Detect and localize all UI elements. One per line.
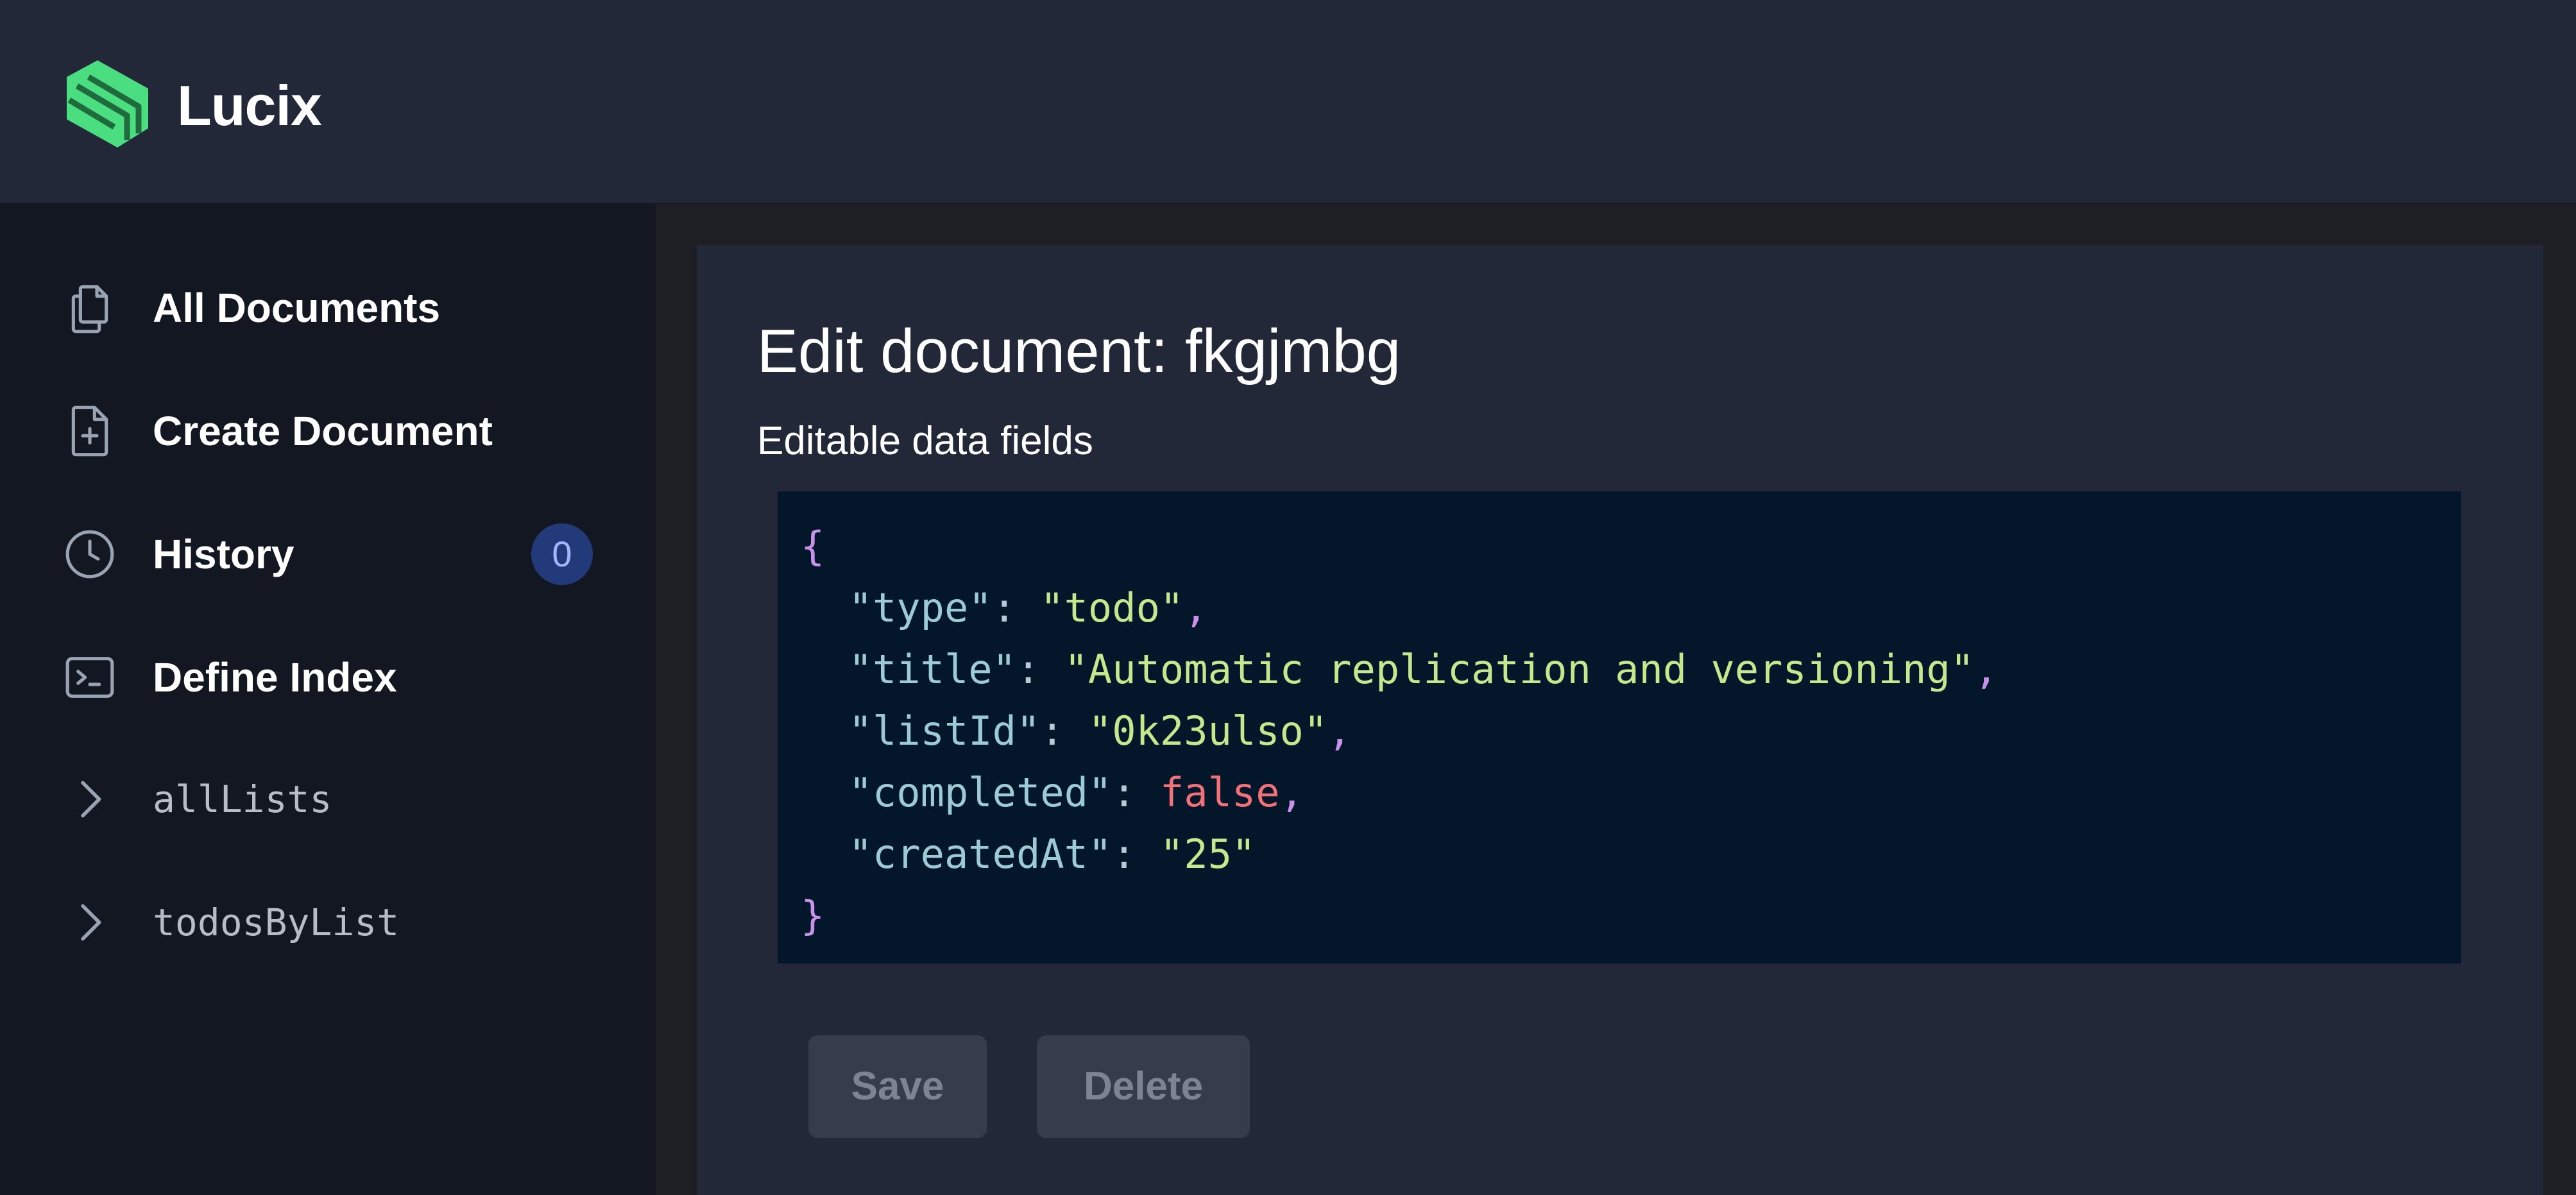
sidebar-item-label: Create Document [153,408,493,454]
sidebar-index-all-lists[interactable]: allLists [0,748,656,851]
section-subtitle: Editable data fields [757,419,1093,463]
close-brace: } [801,892,825,939]
field-value: "Automatic replication and versioning" [1064,646,1975,693]
sidebar-item-label: Define Index [153,654,397,700]
chevron-right-icon [81,904,101,941]
field-value: false [1159,769,1280,816]
sidebar-item-create-document[interactable]: Create Document [0,380,656,482]
field-key: "type" [848,584,993,631]
field-key: "listId" [848,708,1041,754]
field-value: "0k23ulso" [1088,708,1328,754]
file-plus-icon [71,405,108,457]
delete-button[interactable]: Delete [1037,1035,1250,1138]
field-value: "todo" [1040,584,1184,631]
sidebar-item-history[interactable]: History 0 [0,503,656,606]
page-title: Edit document: fkgjmbg [757,317,1401,386]
field-key: "title" [848,646,1016,693]
history-count-badge: 0 [531,523,593,585]
documents-icon [71,285,108,334]
sidebar-item-label: All Documents [153,285,441,331]
field-key: "completed" [848,769,1113,816]
sidebar-item-label: History [153,531,294,577]
terminal-icon [65,657,114,698]
field-value: "25" [1159,831,1256,877]
sidebar-item-all-documents[interactable]: All Documents [0,257,656,359]
chevron-right-icon [81,781,101,818]
app-name: Lucix [177,74,322,137]
field-key: "createdAt" [848,831,1113,877]
index-name: todosByList [153,901,400,944]
sidebar-index-todos-by-list[interactable]: todosByList [0,871,656,974]
index-name: allLists [153,777,332,821]
clock-icon [65,530,114,579]
save-button[interactable]: Save [808,1035,987,1138]
lucix-logo-icon [67,60,148,148]
top-bar: Lucix [0,0,2576,204]
json-editor[interactable]: { "type": "todo", "title": "Automatic re… [778,491,2461,963]
sidebar-item-define-index[interactable]: Define Index [0,626,656,729]
open-brace: { [801,523,825,570]
